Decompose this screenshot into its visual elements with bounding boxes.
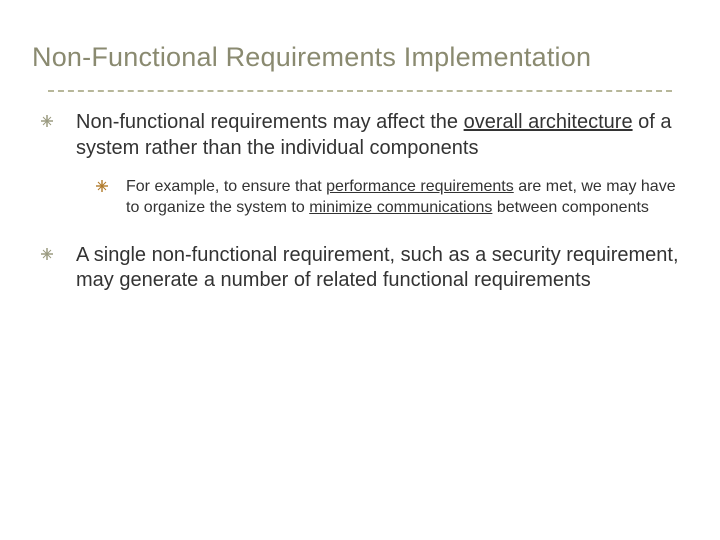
- bullet-text: For example, to ensure that performance …: [126, 177, 690, 219]
- bullet-icon: [40, 243, 76, 294]
- slide-title: Non-Functional Requirements Implementati…: [32, 42, 688, 73]
- underlined-text: minimize communications: [309, 199, 492, 216]
- text-part: between components: [492, 199, 649, 216]
- underlined-text: performance requirements: [326, 178, 514, 195]
- title-divider: [48, 90, 672, 92]
- bullet-text: Non-functional requirements may affect t…: [76, 110, 690, 161]
- bullet-icon: [96, 177, 126, 219]
- slide-body: Non-functional requirements may affect t…: [40, 110, 690, 310]
- underlined-text: overall architecture: [464, 111, 633, 133]
- bullet-text: A single non-functional requirement, suc…: [76, 243, 690, 294]
- bullet-icon: [40, 110, 76, 161]
- bullet-level2: For example, to ensure that performance …: [96, 177, 690, 219]
- slide: Non-Functional Requirements Implementati…: [0, 0, 720, 540]
- text-part: For example, to ensure that: [126, 178, 326, 195]
- text-part: Non-functional requirements may affect t…: [76, 111, 464, 133]
- bullet-level1: A single non-functional requirement, suc…: [40, 243, 690, 294]
- bullet-level1: Non-functional requirements may affect t…: [40, 110, 690, 161]
